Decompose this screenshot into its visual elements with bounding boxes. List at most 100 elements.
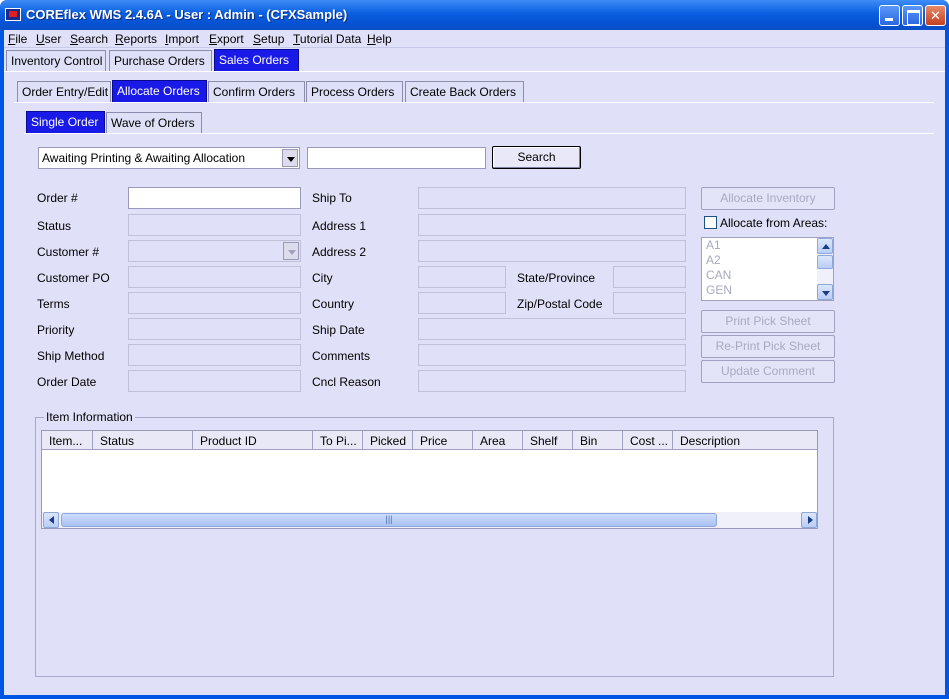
- reprint-pick-sheet-button[interactable]: Re-Print Pick Sheet: [701, 335, 835, 358]
- col-product-id[interactable]: Product ID: [193, 431, 313, 450]
- modetab-divider: [24, 133, 934, 134]
- customer-po-label: Customer PO: [37, 271, 110, 285]
- address2-field: [418, 240, 686, 262]
- tab-process-orders[interactable]: Process Orders: [306, 81, 403, 102]
- order-date-field: [128, 370, 301, 392]
- area-option[interactable]: GEN: [702, 283, 833, 298]
- col-picked[interactable]: Picked: [363, 431, 413, 450]
- cncl-reason-field: [418, 370, 686, 392]
- items-table[interactable]: Item... Status Product ID To Pi... Picke…: [41, 430, 818, 529]
- scroll-right-icon[interactable]: [801, 512, 817, 528]
- col-price[interactable]: Price: [413, 431, 473, 450]
- tab-inventory-control[interactable]: Inventory Control: [6, 50, 106, 71]
- order-filter-value: Awaiting Printing & Awaiting Allocation: [42, 151, 246, 165]
- zip-field: [613, 292, 686, 314]
- customer-num-select: [128, 240, 301, 262]
- menu-import[interactable]: Import: [165, 32, 199, 46]
- terms-field: [128, 292, 301, 314]
- zip-label: Zip/Postal Code: [517, 297, 603, 311]
- app-logo-icon: [5, 8, 21, 21]
- col-cost[interactable]: Cost ...: [623, 431, 673, 450]
- country-field: [418, 292, 506, 314]
- tab-confirm-orders[interactable]: Confirm Orders: [208, 81, 305, 102]
- minimize-button[interactable]: [879, 5, 900, 26]
- order-date-label: Order Date: [37, 375, 97, 389]
- terms-label: Terms: [37, 297, 70, 311]
- status-field: [128, 214, 301, 236]
- title-bar[interactable]: COREflex WMS 2.4.6A - User : Admin - (CF…: [0, 0, 949, 30]
- maximize-button[interactable]: [902, 5, 923, 26]
- country-label: Country: [312, 297, 355, 311]
- tab-create-back-orders[interactable]: Create Back Orders: [405, 81, 524, 102]
- area-option[interactable]: A2: [702, 253, 833, 268]
- col-area[interactable]: Area: [473, 431, 523, 450]
- menu-help[interactable]: Help: [367, 32, 392, 46]
- order-num-label: Order #: [37, 191, 78, 205]
- items-table-header: Item... Status Product ID To Pi... Picke…: [42, 431, 817, 450]
- tab-wave-of-orders[interactable]: Wave of Orders: [106, 112, 202, 133]
- col-shelf[interactable]: Shelf: [523, 431, 573, 450]
- customer-po-field: [128, 266, 301, 288]
- close-button[interactable]: ✕: [925, 5, 946, 26]
- update-comment-button[interactable]: Update Comment: [701, 360, 835, 383]
- priority-field: [128, 318, 301, 340]
- subtab-divider: [14, 102, 934, 103]
- cncl-reason-label: Cncl Reason: [312, 375, 381, 389]
- ship-date-label: Ship Date: [312, 323, 365, 337]
- items-horizontal-scrollbar[interactable]: |||: [42, 512, 817, 528]
- chevron-down-icon[interactable]: [282, 149, 298, 167]
- col-to-pick[interactable]: To Pi...: [313, 431, 363, 450]
- scroll-thumb[interactable]: [817, 255, 833, 269]
- areas-scrollbar[interactable]: [817, 238, 833, 300]
- allocate-from-areas-checkbox[interactable]: [704, 216, 717, 229]
- menu-user[interactable]: User: [36, 32, 61, 46]
- chevron-down-icon: [283, 242, 299, 260]
- state-field: [613, 266, 686, 288]
- menu-file[interactable]: File: [8, 32, 27, 46]
- allocate-inventory-button[interactable]: Allocate Inventory: [701, 187, 835, 210]
- search-input[interactable]: [307, 147, 486, 169]
- menu-search[interactable]: Search: [70, 32, 108, 46]
- customer-num-label: Customer #: [37, 245, 100, 259]
- tab-order-entry-edit[interactable]: Order Entry/Edit: [17, 81, 111, 102]
- app-window: COREflex WMS 2.4.6A - User : Admin - (CF…: [0, 0, 949, 699]
- print-pick-sheet-button[interactable]: Print Pick Sheet: [701, 310, 835, 333]
- menu-bar: File User Search Reports Import Export S…: [4, 30, 945, 48]
- area-option[interactable]: CAN: [702, 268, 833, 283]
- col-bin[interactable]: Bin: [573, 431, 623, 450]
- client-area: File User Search Reports Import Export S…: [4, 30, 945, 695]
- tab-single-order[interactable]: Single Order: [26, 111, 105, 133]
- menu-tutorial-data[interactable]: Tutorial Data: [293, 32, 361, 46]
- area-option[interactable]: A1: [702, 238, 833, 253]
- order-num-field[interactable]: [128, 187, 301, 209]
- scroll-thumb-grip-icon[interactable]: |||: [61, 513, 717, 527]
- col-status[interactable]: Status: [93, 431, 193, 450]
- allocate-from-areas-label: Allocate from Areas:: [720, 216, 828, 230]
- ship-date-field: [418, 318, 686, 340]
- comments-label: Comments: [312, 349, 371, 363]
- menu-setup[interactable]: Setup: [253, 32, 284, 46]
- window-title: COREflex WMS 2.4.6A - User : Admin - (CF…: [26, 7, 348, 22]
- comments-field: [418, 344, 686, 366]
- tab-sales-orders[interactable]: Sales Orders: [214, 49, 299, 71]
- address1-label: Address 1: [312, 219, 367, 233]
- tab-purchase-orders[interactable]: Purchase Orders: [109, 50, 212, 71]
- address2-label: Address 2: [312, 245, 367, 259]
- city-field: [418, 266, 506, 288]
- city-label: City: [312, 271, 333, 285]
- order-filter-select[interactable]: Awaiting Printing & Awaiting Allocation: [38, 147, 300, 169]
- ship-to-label: Ship To: [312, 191, 352, 205]
- item-information-label: Item Information: [44, 410, 135, 424]
- tab-divider: [4, 71, 945, 72]
- menu-reports[interactable]: Reports: [115, 32, 157, 46]
- col-item[interactable]: Item...: [42, 431, 93, 450]
- state-label: State/Province: [517, 271, 596, 285]
- col-description[interactable]: Description: [673, 431, 817, 450]
- scroll-left-icon[interactable]: [43, 512, 59, 528]
- search-button[interactable]: Search: [492, 146, 581, 169]
- areas-listbox[interactable]: A1 A2 CAN GEN: [701, 237, 834, 301]
- tab-allocate-orders[interactable]: Allocate Orders: [112, 80, 207, 102]
- scroll-up-icon[interactable]: [817, 238, 833, 254]
- scroll-down-icon[interactable]: [817, 284, 833, 300]
- menu-export[interactable]: Export: [209, 32, 244, 46]
